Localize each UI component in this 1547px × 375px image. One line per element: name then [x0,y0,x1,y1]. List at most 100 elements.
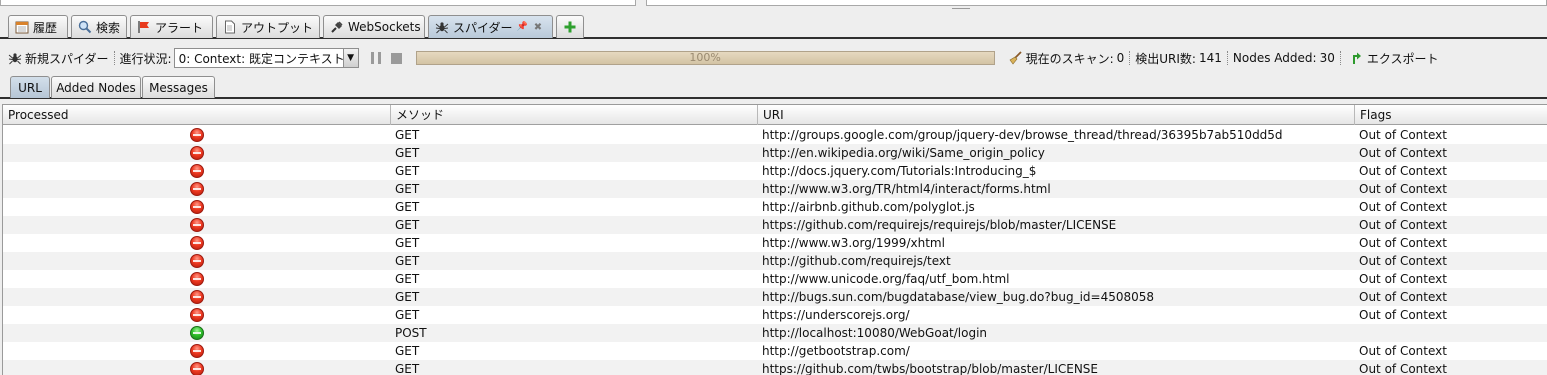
uri-cell: http://www.w3.org/TR/html4/interact/form… [762,182,1051,196]
flags-cell: Out of Context [1359,164,1447,178]
tab-websockets[interactable]: WebSockets [323,15,425,38]
column-header-flags[interactable]: Flags [1355,105,1547,125]
processed-cell [3,324,391,342]
upper-left-panel-edge [0,0,636,6]
processed-cell [3,342,391,360]
tab-history-label: 履歴 [33,20,58,35]
calendar-icon [15,20,29,34]
method-cell: GET [395,362,420,375]
chevron-down-icon[interactable]: ▼ [342,49,358,67]
broom-icon [1009,51,1023,65]
tab-messages[interactable]: Messages [142,76,215,98]
processed-cell [3,270,391,288]
table-row[interactable]: GET http://en.wikipedia.org/wiki/Same_ori… [3,144,1547,162]
tab-search[interactable]: 検索 [71,15,127,38]
table-row[interactable]: GET http://groups.google.com/group/jquery… [3,126,1547,144]
method-cell: GET [395,182,420,196]
table-row[interactable]: GET https://github.com/requirejs/requirej… [3,216,1547,234]
close-tab-icon[interactable]: ✖ [534,22,542,33]
processed-cell [3,288,391,306]
uri-cell: http://airbnb.github.com/polyglot.js [762,200,975,214]
flags-cell: Out of Context [1359,146,1447,160]
processed-skipped-icon [190,362,204,375]
uri-cell: http://www.w3.org/1999/xhtml [762,236,945,250]
method-cell: GET [395,272,420,286]
found-uri-label: 検出URI数: [1135,51,1196,66]
main-tab-bar: 履歴 検索 アラート アウトプット WebSockets スパイダー 📌 ✖ [0,13,1547,39]
table-row[interactable]: GET http://github.com/requirejs/text Out o… [3,252,1547,270]
tab-url[interactable]: URL [10,76,50,98]
stop-icon[interactable] [390,52,402,64]
spider-toolbar: 新規スパイダー 進行状況: 0: Context: 既定コンテキスト ▼ 100… [0,44,1547,72]
tab-spider-label: スパイダー [453,20,513,35]
spider-icon [8,51,22,65]
uri-cell: https://underscorejs.org/ [762,308,910,322]
processed-skipped-icon [190,236,204,250]
document-icon [223,20,237,34]
table-row[interactable]: GET https://underscorejs.org/Out of Conte… [3,306,1547,324]
new-spider-button[interactable]: 新規スパイダー [8,50,109,67]
tab-added-nodes[interactable]: Added Nodes [51,76,141,98]
table-row[interactable]: GET http://www.unicode.org/faq/utf_bom.ht… [3,270,1547,288]
flags-cell: Out of Context [1359,290,1447,304]
uri-cell: http://github.com/requirejs/text [762,254,951,268]
scan-context-select[interactable]: 0: Context: 既定コンテキスト ▼ [173,48,359,68]
pause-icon[interactable] [370,52,381,64]
processed-skipped-icon [190,128,204,142]
current-scan-value: 0 [1116,51,1125,65]
scan-progress-bar: 100% [415,51,995,65]
uri-cell: https://github.com/requirejs/requirejs/b… [762,218,1117,232]
method-cell: GET [395,146,420,160]
table-row[interactable]: GET http://airbnb.github.com/polyglot.js O… [3,198,1547,216]
column-header-method-label: メソッド [396,108,445,122]
column-header-processed-label: Processed [8,108,69,122]
method-cell: GET [395,308,420,322]
pin-icon[interactable]: 📌 [517,22,528,32]
method-cell: GET [395,236,420,250]
uri-cell: http://getbootstrap.com/ [762,344,910,358]
processed-skipped-icon [190,272,204,286]
method-cell: GET [395,128,420,142]
method-cell: GET [395,290,420,304]
nodes-added-label: Nodes Added: [1232,51,1317,65]
table-row[interactable]: GET http://www.w3.org/1999/xhtml Out of Co… [3,234,1547,252]
tab-spider[interactable]: スパイダー 📌 ✖ [428,15,553,38]
add-tab-button[interactable] [556,15,584,38]
results-tab-bar: URL Added Nodes Messages [0,74,1547,99]
export-button[interactable]: エクスポート [1350,50,1438,67]
table-body: GET http://groups.google.com/group/jquery… [3,126,1547,375]
tab-search-label: 検索 [96,20,121,35]
table-row[interactable]: POST http://localhost:10080/WebGoat/login [3,324,1547,342]
tab-output-label: アウトプット [241,20,314,35]
processed-skipped-icon [190,182,204,196]
table-row[interactable]: GET https://github.com/twbs/bootstrap/blo… [3,360,1547,375]
method-cell: GET [395,254,420,268]
tab-output[interactable]: アウトプット [216,15,320,38]
tab-history[interactable]: 履歴 [8,15,68,38]
nodes-added-status: Nodes Added: 30 [1233,51,1335,65]
table-row[interactable]: GET http://docs.jquery.com/Tutorials:Intr… [3,162,1547,180]
upper-right-panel-edge [646,0,1547,6]
toolbar-separator [1339,51,1341,65]
column-header-uri[interactable]: URI [758,105,1355,125]
uri-cell: http://www.unicode.org/faq/utf_bom.html [762,272,1010,286]
method-cell: POST [395,326,427,340]
processed-skipped-icon [190,254,204,268]
table-row[interactable]: GET http://bugs.sun.com/bugdatabase/view_… [3,288,1547,306]
nodes-added-value: 30 [1319,51,1335,65]
magnifier-icon [78,20,92,34]
plug-icon [330,20,344,34]
tab-added-nodes-label: Added Nodes [56,80,136,95]
uri-cell: http://localhost:10080/WebGoat/login [762,326,988,340]
uri-cell: http://bugs.sun.com/bugdatabase/view_bug… [762,290,1155,304]
found-uri-status: 検出URI数: 141 [1135,50,1222,67]
tab-alerts[interactable]: アラート [130,15,213,38]
new-spider-label: 新規スパイダー [25,51,109,66]
column-header-processed[interactable]: Processed [3,105,391,125]
split-pane-grip[interactable] [952,8,970,10]
processed-skipped-icon [190,200,204,214]
table-row[interactable]: GET http://www.w3.org/TR/html4/interact/f… [3,180,1547,198]
column-header-method[interactable]: メソッド [391,105,758,125]
table-row[interactable]: GET http://getbootstrap.com/Out of Contex… [3,342,1547,360]
column-header-uri-label: URI [763,108,784,122]
